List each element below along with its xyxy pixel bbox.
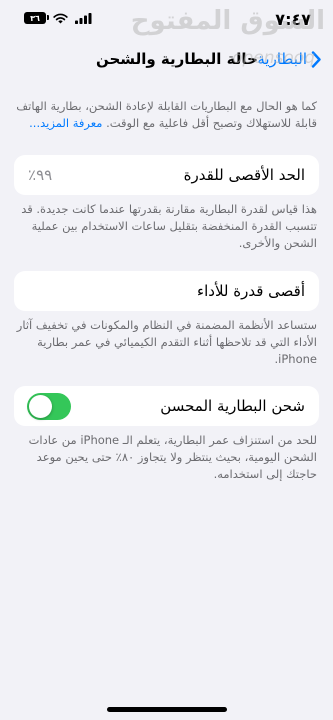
page-title: حالة البطارية والشحن <box>96 50 258 68</box>
back-button[interactable]: البطارية <box>257 50 321 68</box>
optimized-charging-row: شحن البطارية المحسن <box>14 386 319 426</box>
intro-text: كما هو الحال مع البطاريات القابلة لإعادة… <box>16 98 317 132</box>
max-capacity-footer: هذا قياس لقدرة البطارية مقارنة بقدرتها ع… <box>21 202 317 250</box>
chevron-back-icon <box>311 50 321 68</box>
home-indicator <box>106 707 227 712</box>
peak-performance-row: أقصى قدرة للأداء <box>14 271 319 311</box>
optimized-charging-toggle[interactable] <box>27 393 71 420</box>
signal-icon <box>75 12 92 24</box>
status-icons: ٣٦ <box>24 12 92 24</box>
max-capacity-label: الحد الأقصى للقدرة <box>183 166 305 184</box>
optimized-charging-footer: للحد من استنزاف عمر البطارية، يتعلم الـ … <box>28 433 317 481</box>
wifi-icon <box>53 13 68 23</box>
toggle-knob <box>29 395 52 418</box>
peak-performance-label: أقصى قدرة للأداء <box>197 282 305 300</box>
battery-level: ٣٦ <box>30 13 40 23</box>
status-bar: ٧:٤٧ ٣٦ <box>0 0 333 40</box>
peak-performance-footer: ستساعد الأنظمة المضمنة في النظام والمكون… <box>16 318 317 366</box>
max-capacity-row: الحد الأقصى للقدرة ٩٩٪ <box>14 155 319 195</box>
optimized-charging-label: شحن البطارية المحسن <box>160 397 305 415</box>
learn-more-link[interactable]: معرفة المزيد... <box>29 116 102 130</box>
battery-icon: ٣٦ <box>24 12 49 24</box>
max-capacity-value: ٩٩٪ <box>28 166 53 184</box>
back-label: البطارية <box>257 50 307 68</box>
status-time: ٧:٤٧ <box>275 10 311 29</box>
navigation-bar: البطارية حالة البطارية والشحن <box>0 44 333 78</box>
